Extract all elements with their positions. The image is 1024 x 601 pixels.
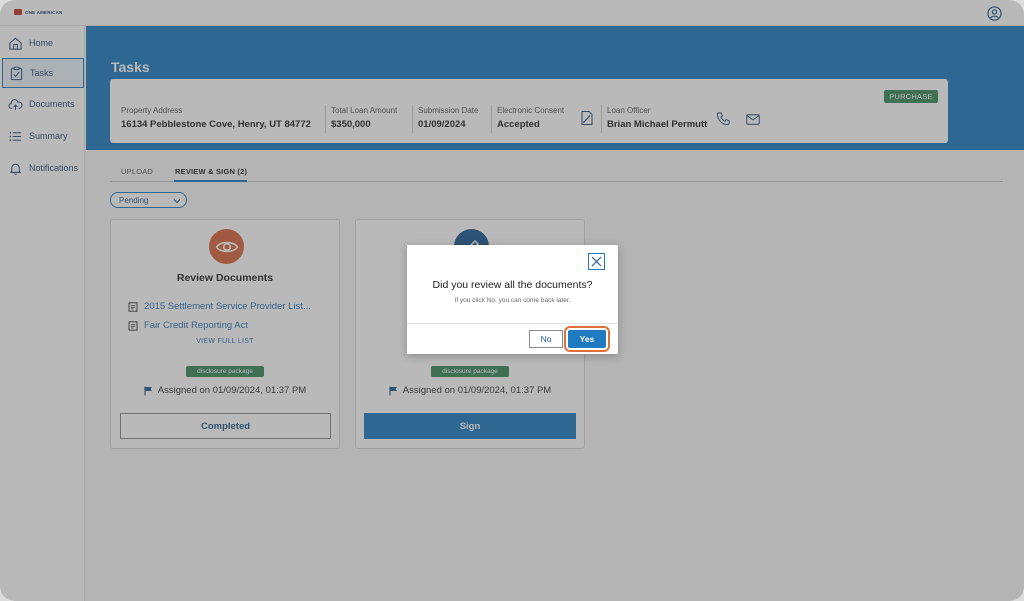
dialog-divider: [407, 323, 618, 324]
close-icon: [591, 256, 602, 267]
no-button[interactable]: No: [529, 330, 563, 348]
close-button[interactable]: [588, 253, 605, 270]
dialog-subtext: If you click No, you can come back later…: [454, 297, 571, 304]
app-window: ONE AMERICAN Home Tasks Documents Summar…: [0, 0, 1024, 601]
confirm-review-dialog: Did you review all the documents? If you…: [407, 245, 618, 354]
dialog-question: Did you review all the documents?: [432, 279, 593, 291]
yes-button[interactable]: Yes: [564, 326, 610, 352]
